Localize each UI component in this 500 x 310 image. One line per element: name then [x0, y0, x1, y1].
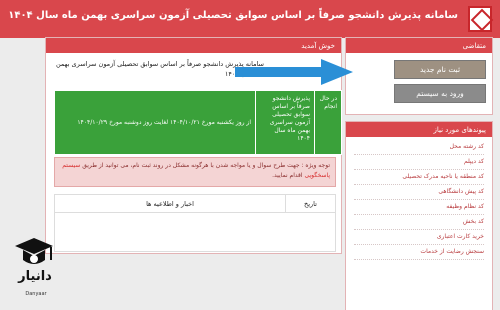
notice-period: از روز یکشنبه مورخ ۱۴۰۴/۱۰/۲۱ لغایت روز …	[55, 91, 255, 154]
link-item[interactable]: کد دیپلم	[354, 155, 484, 170]
warning-text: توجه ویژه : جهت طرح سوال و یا مواجه شدن …	[82, 162, 330, 169]
link-item[interactable]: کد نظام وظیفه	[354, 200, 484, 215]
link-item[interactable]: کد رشته محل	[354, 140, 484, 155]
notice-description[interactable]: پذیرش دانشجو صرفاً بر اساس سوابق تحصیلی …	[255, 91, 315, 154]
applicant-panel: متقاضی ثبت نام جدید ورود به سیستم	[345, 37, 493, 115]
links-panel: پیوندهای مورد نیاز کد رشته محل کد دیپلم …	[345, 121, 493, 310]
page-title: سامانه پذیرش دانشجو صرفاً بر اساس سوابق …	[8, 10, 458, 21]
link-item[interactable]: کد بخش	[354, 215, 484, 230]
watermark: دانیار Danyaar	[6, 236, 62, 306]
watermark-sub: Danyaar	[25, 291, 47, 297]
news-table: تاریخ اخبار و اطلاعیه ها	[54, 194, 336, 252]
register-button[interactable]: ثبت نام جدید	[394, 60, 486, 79]
graduation-cap-icon	[15, 238, 53, 264]
login-button[interactable]: ورود به سیستم	[394, 84, 486, 103]
link-item[interactable]: سنجش رضایت از خدمات	[354, 245, 484, 260]
link-item[interactable]: خرید کارت اعتباری	[354, 230, 484, 245]
arrow-icon	[235, 59, 353, 85]
link-item[interactable]: کد منطقه یا ناحیه مدرک تحصیلی	[354, 170, 484, 185]
watermark-text: دانیار	[18, 269, 52, 284]
notice-period-text: از روز یکشنبه مورخ ۱۴۰۴/۱۰/۲۱ لغایت روز …	[77, 118, 251, 126]
news-title-header: اخبار و اطلاعیه ها	[146, 200, 194, 208]
warning-suffix: اقدام نمایید.	[272, 172, 303, 179]
logo-icon	[468, 6, 492, 32]
warning-box: توجه ویژه : جهت طرح سوال و یا مواجه شدن …	[54, 157, 336, 187]
main-panel-title: خوش آمدید	[46, 38, 341, 53]
links-list: کد رشته محل کد دیپلم کد منطقه یا ناحیه م…	[346, 137, 492, 260]
link-item[interactable]: کد پیش دانشگاهی	[354, 185, 484, 200]
links-panel-title: پیوندهای مورد نیاز	[346, 122, 492, 137]
news-table-header: تاریخ اخبار و اطلاعیه ها	[55, 195, 335, 213]
registration-notice: در حال انجام پذیرش دانشجو صرفاً بر اساس …	[54, 90, 342, 155]
notice-status: در حال انجام	[315, 91, 341, 154]
applicant-panel-title: متقاضی	[346, 38, 492, 53]
header-bar: سامانه پذیرش دانشجو صرفاً بر اساس سوابق …	[0, 0, 500, 38]
news-date-header: تاریخ	[285, 195, 335, 212]
